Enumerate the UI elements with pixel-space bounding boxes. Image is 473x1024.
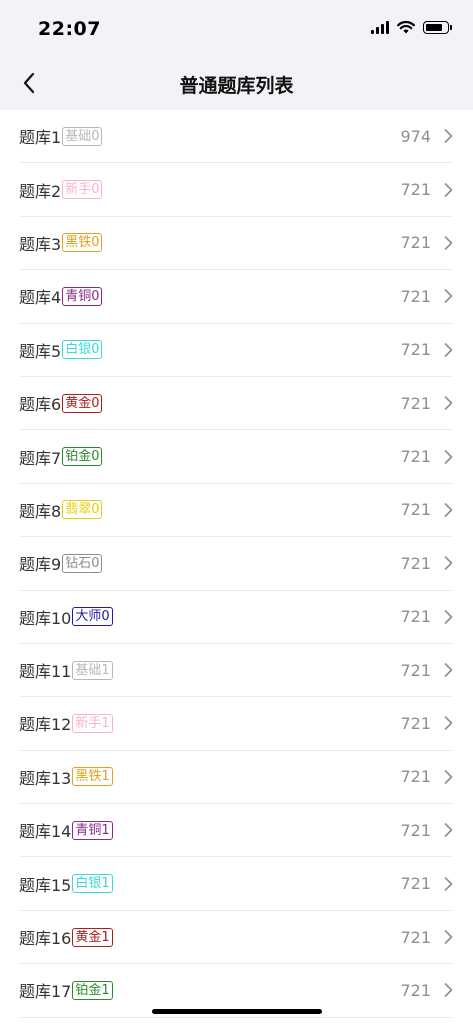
home-indicator[interactable] [152, 1009, 322, 1014]
item-name: 题库5 [19, 341, 62, 361]
chevron-right-icon [444, 396, 453, 410]
item-name: 题库17 [19, 982, 72, 1002]
list-item[interactable]: 题库16 黄金1 721 [19, 911, 453, 965]
level-badge: 青铜1 [72, 820, 113, 840]
chevron-right-icon [444, 716, 453, 731]
chevron-right-icon [444, 182, 453, 197]
level-badge: 铂金1 [72, 980, 113, 1000]
level-badge: 黄金0 [62, 393, 103, 413]
item-name: 题库9 [19, 555, 62, 575]
question-count: 721 [400, 286, 431, 306]
chevron-right-icon [444, 770, 453, 784]
level-badge: 黄金1 [72, 927, 113, 947]
level-badge: 大师0 [72, 607, 113, 627]
status-bar: 22:07 [0, 0, 473, 58]
question-count: 721 [400, 553, 431, 573]
chevron-right-icon [444, 609, 453, 624]
item-name: 题库8 [19, 501, 62, 521]
list-item[interactable]: 题库15 白银1 721 [19, 857, 453, 911]
nav-bar: 普通题库列表 [0, 58, 473, 110]
item-name: 题库3 [19, 234, 62, 254]
level-badge: 新手0 [62, 180, 103, 200]
chevron-right-icon [444, 983, 453, 998]
question-count: 721 [400, 660, 431, 680]
level-badge: 基础1 [72, 660, 113, 680]
list-item[interactable]: 题库4 青铜0 721 [19, 270, 453, 324]
question-count: 721 [400, 980, 431, 1000]
item-name: 题库15 [19, 875, 72, 895]
list-item[interactable]: 题库1 基础0 974 [19, 110, 453, 164]
question-count: 721 [400, 820, 431, 840]
question-count: 721 [400, 447, 431, 467]
level-badge: 白银0 [62, 340, 103, 360]
list-item[interactable]: 题库3 黑铁0 721 [19, 217, 453, 271]
chevron-right-icon [444, 556, 453, 571]
list-item[interactable]: 题库6 黄金0 721 [19, 377, 453, 431]
question-count: 721 [400, 767, 431, 787]
item-name: 题库16 [19, 929, 72, 949]
status-time: 22:07 [38, 18, 101, 40]
list-item[interactable]: 题库8 翡翠0 721 [19, 484, 453, 538]
item-name: 题库4 [19, 288, 62, 308]
question-count: 721 [400, 233, 431, 253]
question-count: 721 [400, 874, 431, 894]
list-item[interactable]: 题库13 黑铁1 721 [19, 751, 453, 805]
top-bar: 22:07 普通题库列表 [0, 0, 473, 110]
chevron-right-icon [444, 342, 453, 357]
item-name: 题库10 [19, 608, 72, 628]
level-badge: 钻石0 [62, 553, 103, 573]
list-item[interactable]: 题库9 钻石0 721 [19, 537, 453, 591]
list-item[interactable]: 题库2 新手0 721 [19, 163, 453, 217]
question-count: 721 [400, 180, 431, 200]
level-badge: 基础0 [62, 126, 103, 146]
question-count: 721 [400, 607, 431, 627]
item-name: 题库13 [19, 768, 72, 788]
signal-icon [371, 20, 389, 34]
question-count: 721 [400, 927, 431, 947]
list-item[interactable]: 题库12 新手1 721 [19, 697, 453, 751]
battery-icon [423, 20, 452, 34]
list-item[interactable]: 题库7 铂金0 721 [19, 430, 453, 484]
system-icons [371, 20, 452, 34]
level-badge: 铂金0 [62, 447, 103, 467]
wifi-icon [397, 21, 415, 34]
level-badge: 黑铁0 [62, 233, 103, 253]
chevron-right-icon [444, 503, 453, 517]
list-item[interactable]: 题库14 青铜1 721 [19, 804, 453, 858]
chevron-right-icon [444, 236, 453, 250]
level-badge: 黑铁1 [72, 767, 113, 787]
item-name: 题库14 [19, 822, 72, 842]
chevron-right-icon [444, 930, 453, 944]
level-badge: 白银1 [72, 874, 113, 894]
item-name: 题库11 [19, 662, 72, 682]
item-name: 题库2 [19, 181, 62, 201]
level-badge: 翡翠0 [62, 500, 103, 520]
list-item[interactable]: 题库5 白银0 721 [19, 324, 453, 377]
question-count: 721 [400, 713, 431, 733]
question-count: 721 [400, 393, 431, 413]
question-count: 721 [400, 340, 431, 360]
chevron-right-icon [444, 823, 453, 838]
list-item[interactable]: 题库10 大师0 721 [19, 591, 453, 644]
chevron-right-icon [444, 876, 453, 891]
item-name: 题库1 [19, 128, 62, 148]
item-name: 题库12 [19, 715, 72, 735]
chevron-right-icon [444, 449, 453, 464]
chevron-right-icon [444, 663, 453, 677]
list-item[interactable]: 题库11 基础1 721 [19, 644, 453, 698]
chevron-right-icon [444, 289, 453, 304]
level-badge: 新手1 [72, 713, 113, 733]
page-title: 普通题库列表 [179, 75, 294, 97]
question-bank-list: 题库1 基础0 974 题库2 新手0 721 题库3 黑铁0 721 题库4 … [0, 110, 473, 1018]
question-count: 974 [400, 126, 431, 146]
chevron-right-icon [444, 129, 453, 143]
item-name: 题库7 [19, 448, 62, 468]
item-name: 题库6 [19, 395, 62, 415]
level-badge: 青铜0 [62, 286, 103, 306]
question-count: 721 [400, 500, 431, 520]
